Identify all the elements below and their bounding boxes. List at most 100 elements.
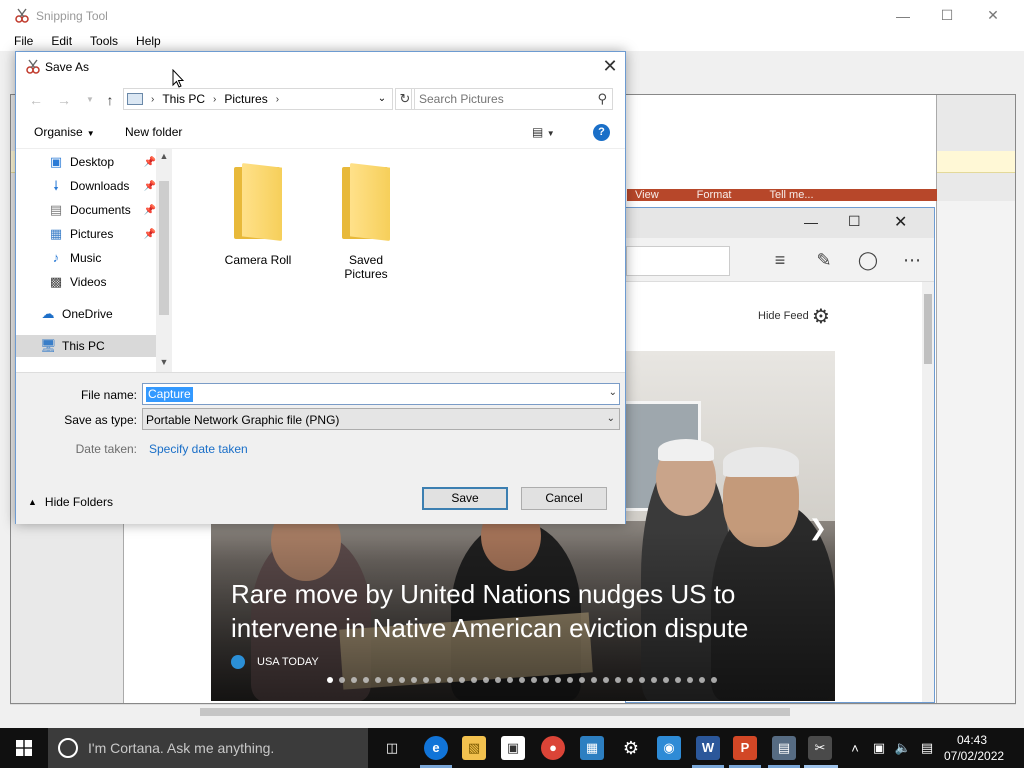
file-name-field[interactable]: Capture ⌄: [142, 383, 620, 405]
store-icon[interactable]: ▣: [501, 736, 525, 760]
system-clock[interactable]: 04:43 07/02/2022: [944, 732, 1004, 764]
up-button[interactable]: ↑: [100, 90, 120, 110]
forward-button[interactable]: →: [54, 90, 74, 110]
carousel-dot[interactable]: [459, 677, 465, 683]
search-box[interactable]: ⚲: [411, 88, 613, 110]
hide-folders-button[interactable]: ▲ Hide Folders: [28, 495, 113, 509]
network-icon[interactable]: ▣: [868, 728, 890, 768]
folder-camera-roll[interactable]: Camera Roll: [218, 163, 298, 267]
carousel-dot[interactable]: [483, 677, 489, 683]
remote-desktop-icon[interactable]: ▦: [580, 736, 604, 760]
carousel-dot[interactable]: [555, 677, 561, 683]
nav-item-videos[interactable]: ▩ Videos: [48, 271, 156, 293]
nav-item-documents[interactable]: ▤ Documents 📌: [48, 199, 156, 221]
network-app-icon[interactable]: ◉: [657, 736, 681, 760]
navigation-scrollbar[interactable]: ▲ ▼: [156, 149, 172, 373]
powerpoint-icon[interactable]: P: [733, 736, 757, 760]
close-button[interactable]: ✕: [970, 0, 1016, 31]
carousel-next-icon: ❯: [808, 515, 827, 540]
organise-button[interactable]: Organise ▼: [34, 125, 95, 139]
volume-icon[interactable]: 🔈: [892, 728, 914, 768]
menu-tools[interactable]: Tools: [90, 34, 118, 48]
maximize-button[interactable]: ☐: [924, 0, 970, 31]
change-view-button[interactable]: ▤ ▼: [532, 125, 555, 139]
show-hidden-icons-button[interactable]: ˄: [846, 728, 864, 768]
word-icon[interactable]: W: [696, 736, 720, 760]
menu-file[interactable]: File: [14, 34, 33, 48]
chrome-icon[interactable]: ●: [541, 736, 565, 760]
carousel-dot[interactable]: [447, 677, 453, 683]
carousel-dot[interactable]: [603, 677, 609, 683]
carousel-dot[interactable]: [615, 677, 621, 683]
save-button[interactable]: Save: [422, 487, 508, 510]
edge-close-icon: ✕: [894, 214, 908, 231]
carousel-dot[interactable]: [399, 677, 405, 683]
carousel-dot[interactable]: [519, 677, 525, 683]
nav-item-pictures[interactable]: ▦ Pictures 📌: [48, 223, 156, 245]
carousel-dot[interactable]: [471, 677, 477, 683]
carousel-dot[interactable]: [351, 677, 357, 683]
carousel-dot[interactable]: [327, 677, 333, 683]
carousel-dot[interactable]: [387, 677, 393, 683]
start-button[interactable]: [0, 728, 48, 768]
carousel-dot[interactable]: [627, 677, 633, 683]
carousel-dot[interactable]: [687, 677, 693, 683]
task-view-icon[interactable]: ◫: [380, 736, 404, 760]
breadcrumb-this-pc[interactable]: This PC: [162, 92, 205, 106]
carousel-dot[interactable]: [411, 677, 417, 683]
nav-item-onedrive[interactable]: ☁ OneDrive: [40, 303, 156, 325]
file-explorer-icon[interactable]: ▧: [462, 736, 486, 760]
recent-locations-button[interactable]: ▼: [80, 90, 100, 110]
carousel-dot[interactable]: [579, 677, 585, 683]
horizontal-scrollbar[interactable]: [10, 704, 1016, 718]
desktop-icon: ▣: [49, 154, 63, 169]
carousel-dot[interactable]: [543, 677, 549, 683]
carousel-dot[interactable]: [567, 677, 573, 683]
specify-date-taken-link[interactable]: Specify date taken: [149, 442, 248, 456]
breadcrumb-pictures[interactable]: Pictures: [224, 92, 267, 106]
carousel-dot[interactable]: [591, 677, 597, 683]
action-center-icon[interactable]: ▤: [916, 728, 938, 768]
nav-item-music[interactable]: ♪ Music: [48, 247, 156, 269]
carousel-dot[interactable]: [363, 677, 369, 683]
cortana-search-box[interactable]: I'm Cortana. Ask me anything.: [48, 728, 368, 768]
menu-edit[interactable]: Edit: [51, 34, 72, 48]
back-button[interactable]: ←: [26, 90, 46, 110]
minimize-button[interactable]: —: [880, 0, 926, 31]
carousel-dot[interactable]: [495, 677, 501, 683]
carousel-dot[interactable]: [663, 677, 669, 683]
carousel-dot[interactable]: [507, 677, 513, 683]
menu-help[interactable]: Help: [136, 34, 161, 48]
carousel-dot[interactable]: [639, 677, 645, 683]
nav-item-desktop[interactable]: ▣ Desktop 📌: [48, 151, 156, 173]
settings-icon[interactable]: ⚙: [619, 736, 643, 760]
pin-icon: 📌: [143, 228, 156, 240]
carousel-dot[interactable]: [651, 677, 657, 683]
snipping-tool-taskbar-icon[interactable]: ✂: [808, 736, 832, 760]
app-window-icon[interactable]: ▤: [772, 736, 796, 760]
carousel-dot[interactable]: [699, 677, 705, 683]
nav-item-this-pc[interactable]: 🖥 This PC: [16, 335, 156, 357]
carousel-dot[interactable]: [435, 677, 441, 683]
carousel-dot[interactable]: [423, 677, 429, 683]
address-bar[interactable]: › This PC › Pictures › ⌄: [123, 88, 393, 110]
edge-taskbar-icon[interactable]: e: [424, 736, 448, 760]
search-input[interactable]: [419, 89, 589, 109]
nav-item-downloads[interactable]: 🠗 Downloads 📌: [48, 175, 156, 197]
carousel-dot[interactable]: [531, 677, 537, 683]
file-name-value[interactable]: Capture: [146, 387, 193, 402]
carousel-dot[interactable]: [375, 677, 381, 683]
snipping-tool-icon: [26, 59, 40, 74]
cancel-button[interactable]: Cancel: [521, 487, 607, 510]
address-dropdown-button[interactable]: ⌄: [373, 90, 391, 108]
pc-icon: 🖥: [40, 338, 57, 353]
carousel-dot[interactable]: [675, 677, 681, 683]
help-button[interactable]: ?: [593, 124, 610, 141]
chevron-down-icon[interactable]: ⌄: [609, 387, 617, 398]
dialog-close-button[interactable]: ✕: [595, 52, 625, 82]
new-folder-button[interactable]: New folder: [125, 125, 182, 139]
carousel-dot[interactable]: [711, 677, 717, 683]
carousel-dot[interactable]: [339, 677, 345, 683]
save-as-type-select[interactable]: Portable Network Graphic file (PNG) ⌄: [142, 408, 620, 430]
folder-saved-pictures[interactable]: Saved Pictures: [326, 163, 406, 281]
